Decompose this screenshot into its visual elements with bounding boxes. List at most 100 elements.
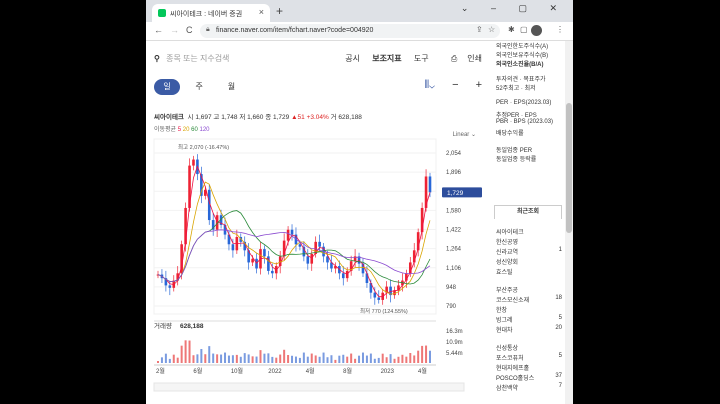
candle-body bbox=[428, 176, 432, 193]
x-tick-label: 6월 bbox=[193, 367, 202, 375]
volume-bar bbox=[358, 355, 361, 363]
volume-bar bbox=[397, 356, 400, 363]
recent-item[interactable]: 신성통상 bbox=[496, 343, 562, 352]
bookmark-star-icon[interactable]: ☆ bbox=[488, 25, 495, 34]
menu-tools[interactable]: 도구 bbox=[414, 54, 429, 63]
x-tick-label: 8월 bbox=[343, 367, 352, 375]
url-text: finance.naver.com/item/fchart.naver?code… bbox=[216, 27, 374, 34]
stock-name: 씨아이테크 bbox=[154, 114, 184, 121]
menu-disclosure[interactable]: 공시 bbox=[345, 54, 360, 63]
recent-item[interactable]: 한신공영 bbox=[496, 237, 562, 246]
scrollbar-thumb[interactable] bbox=[566, 103, 572, 233]
sidebar-industry-per: 동일업종 PER bbox=[496, 148, 533, 154]
volume-bar bbox=[157, 361, 159, 363]
recent-item[interactable]: 포스코퓨처 5 bbox=[496, 353, 562, 362]
volume-bar bbox=[385, 357, 388, 363]
volume-bar bbox=[354, 358, 357, 363]
back-icon[interactable]: ← bbox=[154, 25, 163, 35]
scale-mode-select[interactable]: Linear ⌄ bbox=[453, 131, 476, 138]
recent-item[interactable]: 삼천백약 7 bbox=[496, 383, 562, 392]
recent-item[interactable]: 빙그레 5 bbox=[496, 315, 562, 324]
ma-60: 60 bbox=[191, 127, 198, 133]
stock-search[interactable]: ⚲ 종목 또는 지수검색 bbox=[154, 53, 229, 64]
recent-item[interactable]: 부산주공 bbox=[496, 285, 562, 294]
forward-icon[interactable]: → bbox=[170, 25, 179, 35]
volume-bar bbox=[227, 355, 230, 363]
profile-avatar[interactable] bbox=[531, 25, 542, 36]
volume-bar bbox=[326, 357, 329, 363]
y-tick-label: 2,054 bbox=[446, 151, 462, 157]
volume-bar bbox=[330, 355, 333, 363]
sidebar-high-low: 52주최고 · 최저 bbox=[496, 86, 536, 92]
reload-icon[interactable]: C bbox=[186, 25, 193, 35]
x-tick-label: 4월 bbox=[306, 367, 315, 375]
volume-bar bbox=[279, 354, 282, 363]
zoom-out-button[interactable]: − bbox=[452, 79, 458, 91]
volume-bar bbox=[318, 356, 321, 363]
period-month[interactable]: 월 bbox=[218, 79, 244, 95]
more-menu-icon[interactable]: ⋮ bbox=[556, 25, 564, 34]
candle-body bbox=[286, 229, 290, 241]
sidepanel-icon[interactable]: ▢ bbox=[520, 25, 528, 34]
period-day[interactable]: 일 bbox=[154, 79, 180, 95]
recent-item[interactable]: 씨아이테크 bbox=[496, 227, 562, 236]
volume-bar bbox=[160, 357, 163, 363]
volume-bar bbox=[259, 350, 262, 363]
browser-tab[interactable]: 씨아이테크 : 네이버 증권 × bbox=[152, 4, 270, 22]
y-tick-label: 1,896 bbox=[446, 170, 462, 176]
sidebar-pbr: PBR · BPS (2023.03) bbox=[496, 119, 554, 125]
recent-item[interactable]: 성신양회 bbox=[496, 257, 562, 266]
url-input[interactable]: 🔒︎ finance.naver.com/item/fchart.naver?c… bbox=[200, 24, 500, 38]
scrollbar[interactable] bbox=[565, 41, 573, 404]
candle-body bbox=[318, 241, 321, 247]
recent-item-name: 신라교역 bbox=[496, 250, 519, 256]
min-annotation: 최저 770 (124.55%) bbox=[360, 307, 408, 315]
new-tab-button[interactable]: + bbox=[276, 4, 283, 18]
volume-bar bbox=[275, 357, 278, 363]
recent-item[interactable]: 현대차 20 bbox=[496, 325, 562, 334]
volume-bar bbox=[417, 350, 420, 363]
volume-bar bbox=[196, 354, 199, 363]
recent-item[interactable]: 한창 bbox=[496, 305, 562, 314]
window-controls[interactable]: ⌄ – ▢ ✕ bbox=[461, 3, 567, 14]
recent-item[interactable]: 현대지에프홀 bbox=[496, 363, 562, 372]
extensions-icon[interactable]: ✱ bbox=[508, 25, 515, 34]
tab-recent-views[interactable]: 최근조회 bbox=[494, 205, 562, 219]
volume-bar bbox=[314, 355, 317, 363]
lock-icon: 🔒︎ bbox=[206, 26, 210, 33]
price-chart[interactable]: 2,0541,8961,7381,5801,4221,2641,10694879… bbox=[146, 41, 490, 404]
candle-type-icon[interactable]: ⫴⌄ bbox=[424, 79, 435, 91]
x-tick-label: 4월 bbox=[418, 367, 427, 375]
tab-close-icon[interactable]: × bbox=[259, 7, 264, 17]
volume-bar bbox=[401, 354, 404, 363]
recent-item[interactable]: 코스모신소재 18 bbox=[496, 295, 562, 304]
volume-bar bbox=[180, 345, 183, 363]
volume-bar bbox=[255, 356, 258, 363]
candle-body bbox=[251, 258, 254, 263]
recent-item[interactable]: POSCO홀딩스 37 bbox=[496, 373, 562, 382]
y-tick-label: 948 bbox=[446, 285, 457, 291]
menu-print[interactable]: ⎙ 인쇄 bbox=[441, 54, 482, 63]
recent-item-name: 한신공영 bbox=[496, 240, 519, 246]
volume-bar bbox=[168, 358, 171, 363]
recent-item[interactable]: 효스틸 bbox=[496, 267, 562, 276]
share-icon[interactable]: ⇪ bbox=[476, 25, 483, 34]
candle-body bbox=[298, 244, 302, 247]
candle-body bbox=[377, 297, 381, 300]
volume-bar bbox=[271, 356, 274, 363]
low-price: 1,660 bbox=[247, 114, 264, 121]
price-change: ▲51 bbox=[291, 114, 305, 121]
naver-favicon-icon bbox=[158, 9, 166, 17]
volume-bar bbox=[425, 345, 428, 363]
zoom-in-button[interactable]: + bbox=[476, 79, 482, 91]
chart-panel: 2,0541,8961,7381,5801,4221,2641,10694879… bbox=[146, 41, 490, 404]
close-price: 1,729 bbox=[273, 114, 290, 121]
period-week[interactable]: 주 bbox=[186, 79, 212, 95]
moving-average-legend[interactable]: 이동평균 5 20 60 120 bbox=[154, 124, 210, 133]
recent-item[interactable]: 신라교역 1 bbox=[496, 247, 562, 256]
period-selector: 일 주 월 bbox=[154, 79, 248, 95]
recent-item-name: POSCO홀딩스 bbox=[496, 376, 535, 382]
volume-bar bbox=[220, 354, 223, 363]
volume-bar bbox=[322, 352, 325, 363]
menu-indicators[interactable]: 보조지표 bbox=[372, 54, 401, 63]
